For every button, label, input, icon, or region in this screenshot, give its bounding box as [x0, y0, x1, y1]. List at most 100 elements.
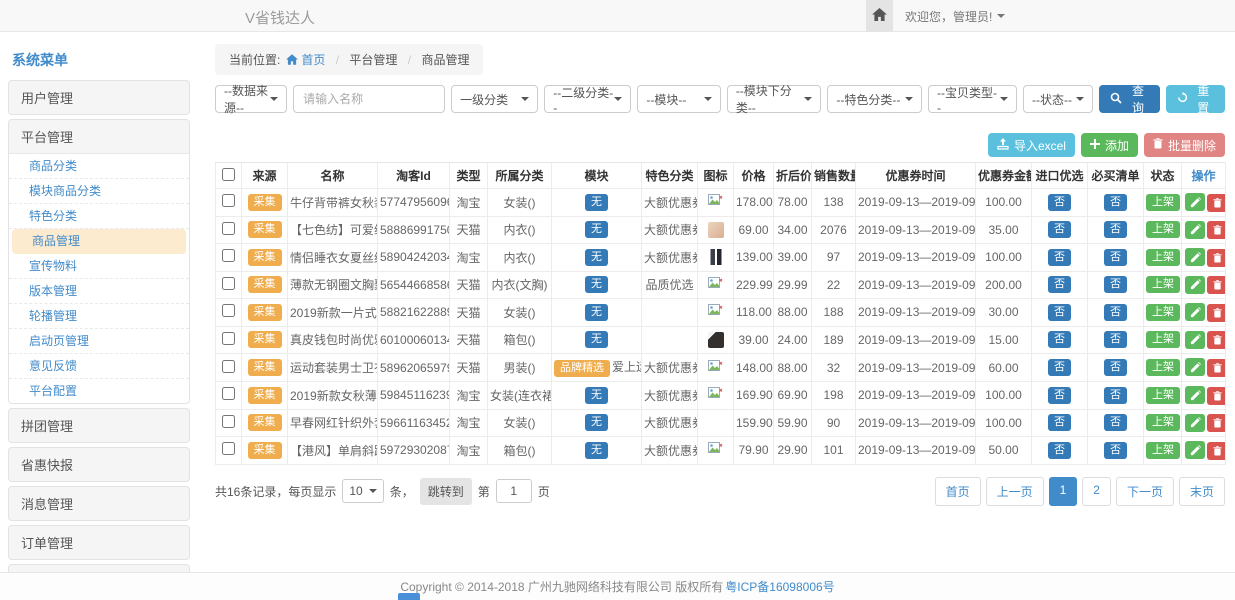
pager-button-首页[interactable]: 首页	[935, 477, 981, 506]
import-select-badge[interactable]: 否	[1048, 331, 1071, 348]
import-select-badge[interactable]: 否	[1048, 276, 1071, 293]
select-all-checkbox[interactable]	[222, 168, 235, 181]
import-select-badge[interactable]: 否	[1048, 194, 1071, 211]
sidebar-item-feature-category[interactable]: 特色分类	[9, 204, 189, 229]
import-select-badge[interactable]: 否	[1048, 359, 1071, 376]
add-button[interactable]: 添加	[1081, 133, 1138, 157]
sidebar-item-version-management[interactable]: 版本管理	[9, 279, 189, 304]
must-buy-badge[interactable]: 否	[1104, 249, 1127, 266]
filter-select-module[interactable]: --模块--	[637, 85, 720, 113]
sidebar-item-promo-materials[interactable]: 宣传物料	[9, 254, 189, 279]
row-checkbox[interactable]	[222, 277, 235, 290]
row-checkbox[interactable]	[222, 304, 235, 317]
pager-button-下一页[interactable]: 下一页	[1116, 477, 1174, 506]
per-page-select[interactable]: 10	[342, 479, 383, 503]
sidebar-item-carousel-management[interactable]: 轮播管理	[9, 304, 189, 329]
import-select-badge[interactable]: 否	[1048, 304, 1071, 321]
must-buy-badge[interactable]: 否	[1104, 414, 1127, 431]
sidebar-item-splash-management[interactable]: 启动页管理	[9, 329, 189, 354]
filter-select-status[interactable]: --状态--	[1023, 85, 1093, 113]
must-buy-badge[interactable]: 否	[1104, 442, 1127, 459]
edit-button[interactable]	[1185, 441, 1205, 459]
batch-delete-button[interactable]: 批量删除	[1144, 133, 1225, 157]
sidebar-group-user-management[interactable]: 用户管理	[8, 80, 190, 115]
row-checkbox[interactable]	[222, 222, 235, 235]
status-badge[interactable]: 上架	[1146, 387, 1180, 404]
row-checkbox[interactable]	[222, 194, 235, 207]
reset-button[interactable]: 重置	[1166, 85, 1225, 113]
row-checkbox[interactable]	[222, 387, 235, 400]
must-buy-badge[interactable]: 否	[1104, 194, 1127, 211]
delete-button[interactable]	[1207, 331, 1226, 349]
filter-select-feature-category[interactable]: --特色分类--	[827, 85, 922, 113]
icp-link[interactable]: 粤ICP备16098006号	[725, 578, 834, 595]
delete-button[interactable]	[1207, 194, 1226, 212]
sidebar-group-exchange-management[interactable]: 兑换管理	[8, 564, 190, 572]
filter-select-level1-category[interactable]: 一级分类	[451, 85, 538, 113]
status-badge[interactable]: 上架	[1146, 414, 1180, 431]
filter-select-item-type[interactable]: --宝贝类型--	[928, 85, 1017, 113]
edit-button[interactable]	[1185, 221, 1205, 239]
status-badge[interactable]: 上架	[1146, 442, 1180, 459]
delete-button[interactable]	[1207, 414, 1226, 432]
filter-select-module-subcategory[interactable]: --模块下分类--	[727, 85, 822, 113]
must-buy-badge[interactable]: 否	[1104, 331, 1127, 348]
delete-button[interactable]	[1207, 387, 1226, 405]
status-badge[interactable]: 上架	[1146, 249, 1180, 266]
sidebar-item-module-goods-category[interactable]: 模块商品分类	[9, 179, 189, 204]
edit-button[interactable]	[1185, 386, 1205, 404]
status-badge[interactable]: 上架	[1146, 194, 1180, 211]
breadcrumb-home-link[interactable]: 首页	[301, 53, 325, 67]
row-checkbox[interactable]	[222, 249, 235, 262]
delete-button[interactable]	[1207, 276, 1226, 294]
sidebar-item-goods-management[interactable]: 商品管理	[12, 229, 186, 254]
edit-button[interactable]	[1185, 248, 1205, 266]
import-select-badge[interactable]: 否	[1048, 249, 1071, 266]
edit-button[interactable]	[1185, 276, 1205, 294]
edit-button[interactable]	[1185, 193, 1205, 211]
delete-button[interactable]	[1207, 249, 1226, 267]
search-button[interactable]: 查询	[1099, 85, 1159, 113]
sidebar-item-goods-category[interactable]: 商品分类	[9, 154, 189, 179]
filter-select-data-source[interactable]: --数据来源--	[215, 85, 287, 113]
status-badge[interactable]: 上架	[1146, 221, 1180, 238]
delete-button[interactable]	[1207, 304, 1226, 322]
user-menu[interactable]: 欢迎您，管理员!	[905, 0, 1005, 32]
sidebar-item-platform-config[interactable]: 平台配置	[9, 379, 189, 403]
sidebar-group-order-management[interactable]: 订单管理	[8, 525, 190, 560]
row-checkbox[interactable]	[222, 332, 235, 345]
edit-button[interactable]	[1185, 414, 1205, 432]
sidebar-item-feedback[interactable]: 意见反馈	[9, 354, 189, 379]
row-checkbox[interactable]	[222, 415, 235, 428]
status-badge[interactable]: 上架	[1146, 359, 1180, 376]
delete-button[interactable]	[1207, 221, 1226, 239]
name-search-input[interactable]	[293, 85, 445, 113]
pager-button-末页[interactable]: 末页	[1179, 477, 1225, 506]
import-select-badge[interactable]: 否	[1048, 414, 1071, 431]
import-select-badge[interactable]: 否	[1048, 221, 1071, 238]
pager-button-上一页[interactable]: 上一页	[986, 477, 1044, 506]
must-buy-badge[interactable]: 否	[1104, 387, 1127, 404]
must-buy-badge[interactable]: 否	[1104, 221, 1127, 238]
edit-button[interactable]	[1185, 331, 1205, 349]
home-button[interactable]	[866, 0, 893, 32]
filter-select-level2-category[interactable]: --二级分类--	[544, 85, 631, 113]
delete-button[interactable]	[1207, 442, 1226, 460]
status-badge[interactable]: 上架	[1146, 331, 1180, 348]
sidebar-group-message-management[interactable]: 消息管理	[8, 486, 190, 521]
jump-page-input[interactable]	[496, 479, 532, 503]
sidebar-group-saving-express[interactable]: 省惠快报	[8, 447, 190, 482]
sidebar-group-group-buy-management[interactable]: 拼团管理	[8, 408, 190, 443]
status-badge[interactable]: 上架	[1146, 304, 1180, 321]
must-buy-badge[interactable]: 否	[1104, 276, 1127, 293]
edit-button[interactable]	[1185, 303, 1205, 321]
pager-button-2[interactable]: 2	[1082, 477, 1111, 506]
must-buy-badge[interactable]: 否	[1104, 304, 1127, 321]
edit-button[interactable]	[1185, 358, 1205, 376]
status-badge[interactable]: 上架	[1146, 276, 1180, 293]
pager-button-1[interactable]: 1	[1049, 477, 1078, 506]
import-excel-button[interactable]: 导入excel	[988, 133, 1075, 157]
import-select-badge[interactable]: 否	[1048, 387, 1071, 404]
row-checkbox[interactable]	[222, 360, 235, 373]
row-checkbox[interactable]	[222, 442, 235, 455]
